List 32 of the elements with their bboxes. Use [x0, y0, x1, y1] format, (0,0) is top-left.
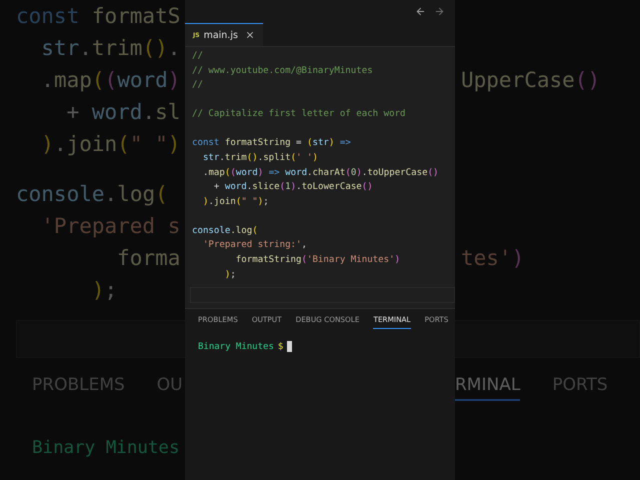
code-line: tes') — [460, 246, 526, 270]
code-line: ).join(" ") — [40, 132, 182, 156]
code-line: str.trim().split(' ') — [202, 152, 319, 165]
code-line: forma — [116, 246, 182, 270]
code-line: // Capitalize first letter of each word — [192, 108, 407, 122]
code-line: .map((word) => word.charAt(0).toUpperCase() — [202, 166, 440, 180]
back-arrow-icon[interactable] — [415, 6, 426, 17]
code-line: str.trim(). — [40, 36, 182, 60]
code-line: UpperCase() — [460, 68, 602, 92]
code-line: // — [192, 50, 204, 63]
code-line: .map((word) — [40, 68, 182, 92]
terminal-cursor — [287, 341, 292, 352]
code-line: formatString('Binary Minutes') — [234, 254, 402, 268]
code-line: console.log( — [15, 182, 169, 206]
code-line: 'Prepared s — [40, 214, 182, 238]
code-line: const formatS — [15, 4, 182, 28]
code-line: + word.sl — [66, 100, 182, 124]
code-line: ); — [224, 268, 237, 282]
file-name: main.js — [204, 30, 239, 40]
prompt-symbol: $ — [278, 342, 284, 352]
code-line: 'Prepared string:', — [202, 239, 308, 252]
forward-arrow-icon[interactable] — [434, 6, 445, 17]
code-line: ).join(" "); — [202, 196, 270, 209]
code-line: + word.slice(1).toLowerCase() — [212, 181, 374, 194]
code-line: // — [192, 79, 204, 92]
close-icon[interactable] — [245, 30, 255, 40]
code-line: ); — [90, 278, 118, 302]
code-line: // www.youtube.com/@BinaryMinutes — [192, 64, 374, 78]
terminal-prompt: Binary Minutes — [32, 438, 181, 458]
code-line: console.log( — [192, 224, 259, 238]
prompt-path: Binary Minutes — [198, 342, 274, 352]
code-line: const formatString = (str) => — [192, 137, 352, 150]
